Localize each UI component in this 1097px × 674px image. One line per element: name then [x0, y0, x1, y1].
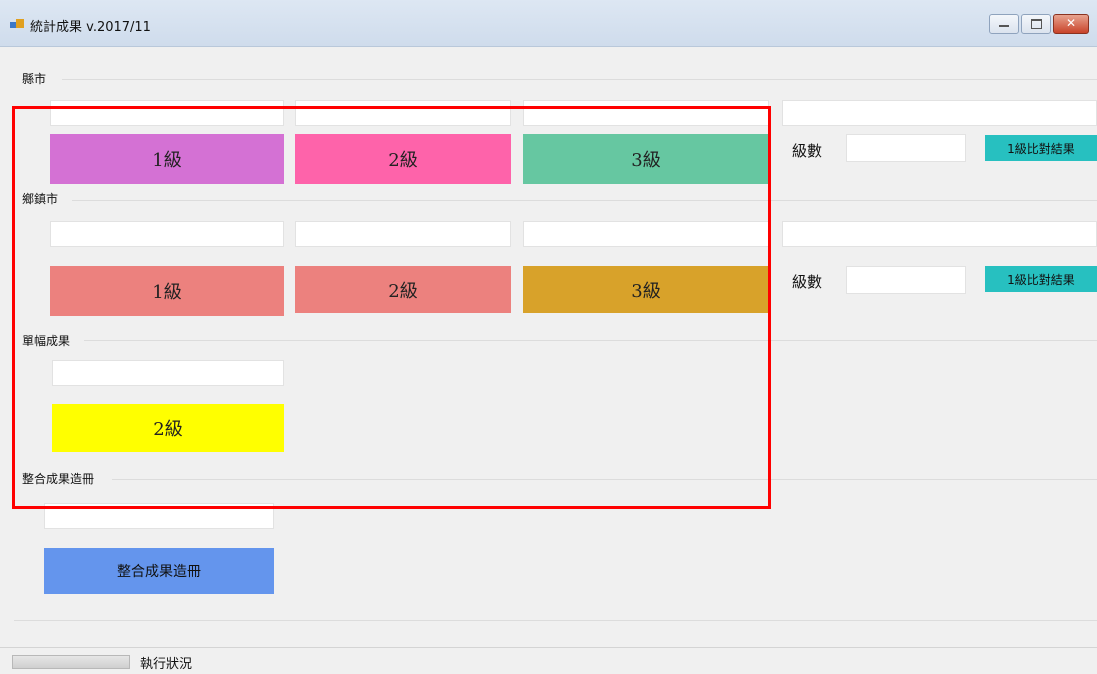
town-input-4[interactable] — [783, 222, 1096, 246]
county-field-4[interactable] — [782, 100, 1097, 126]
minimize-icon — [999, 25, 1009, 27]
town-label: 鄉鎮市 — [22, 192, 59, 206]
county-label: 縣市 — [22, 72, 47, 86]
town-input-1[interactable] — [51, 222, 283, 246]
close-icon: ✕ — [1065, 16, 1077, 30]
county-level3-button[interactable]: 3級 — [523, 134, 769, 184]
town-field-3[interactable] — [523, 221, 769, 247]
sheet-input[interactable] — [53, 361, 283, 385]
window-controls: ✕ — [989, 14, 1089, 34]
town-level-count-label: 級數 — [792, 273, 823, 291]
town-field-4[interactable] — [782, 221, 1097, 247]
window-title: 統計成果 v.2017/11 — [30, 20, 151, 35]
merge-input[interactable] — [45, 504, 273, 528]
status-text: 執行狀況 — [140, 657, 193, 672]
status-bar: 執行狀況 — [0, 647, 1097, 674]
merge-group-line — [112, 479, 1097, 480]
county-compare-button[interactable]: 1級比對結果 — [985, 135, 1097, 161]
merge-button[interactable]: 整合成果造冊 — [44, 548, 274, 594]
town-level-count-field[interactable] — [846, 266, 966, 294]
county-field-2[interactable] — [295, 100, 511, 126]
title-bar: 統計成果 v.2017/11 ✕ — [0, 0, 1097, 47]
town-field-2[interactable] — [295, 221, 511, 247]
county-level2-button[interactable]: 2級 — [295, 134, 511, 184]
county-input-2[interactable] — [296, 101, 510, 125]
county-input-4[interactable] — [783, 101, 1096, 125]
sheet-field[interactable] — [52, 360, 284, 386]
town-level3-button[interactable]: 3級 — [523, 266, 769, 313]
county-input-3[interactable] — [524, 101, 768, 125]
maximize-button[interactable] — [1021, 14, 1051, 34]
merge-label: 整合成果造冊 — [22, 472, 95, 486]
merge-field[interactable] — [44, 503, 274, 529]
town-group-line — [72, 200, 1097, 201]
town-input-3[interactable] — [524, 222, 768, 246]
town-compare-button[interactable]: 1級比對結果 — [985, 266, 1097, 292]
county-level-count-field[interactable] — [846, 134, 966, 162]
sheet-group-line — [84, 340, 1097, 341]
progress-bar — [12, 655, 130, 669]
county-input-1[interactable] — [51, 101, 283, 125]
town-field-1[interactable] — [50, 221, 284, 247]
town-level2-button[interactable]: 2級 — [295, 266, 511, 313]
town-level-count-input[interactable] — [847, 267, 965, 293]
county-level-count-label: 級數 — [792, 142, 823, 160]
sheet-label: 單幅成果 — [22, 334, 71, 348]
town-level1-button[interactable]: 1級 — [50, 266, 284, 316]
app-icon — [10, 19, 24, 31]
county-field-3[interactable] — [523, 100, 769, 126]
town-input-2[interactable] — [296, 222, 510, 246]
merge-bottom-line — [14, 620, 1097, 621]
county-field-1[interactable] — [50, 100, 284, 126]
minimize-button[interactable] — [989, 14, 1019, 34]
maximize-icon — [1031, 19, 1042, 29]
sheet-level2-button[interactable]: 2級 — [52, 404, 284, 452]
county-group-line — [62, 79, 1097, 80]
county-level1-button[interactable]: 1級 — [50, 134, 284, 184]
county-level-count-input[interactable] — [847, 135, 965, 161]
close-button[interactable]: ✕ — [1053, 14, 1089, 34]
